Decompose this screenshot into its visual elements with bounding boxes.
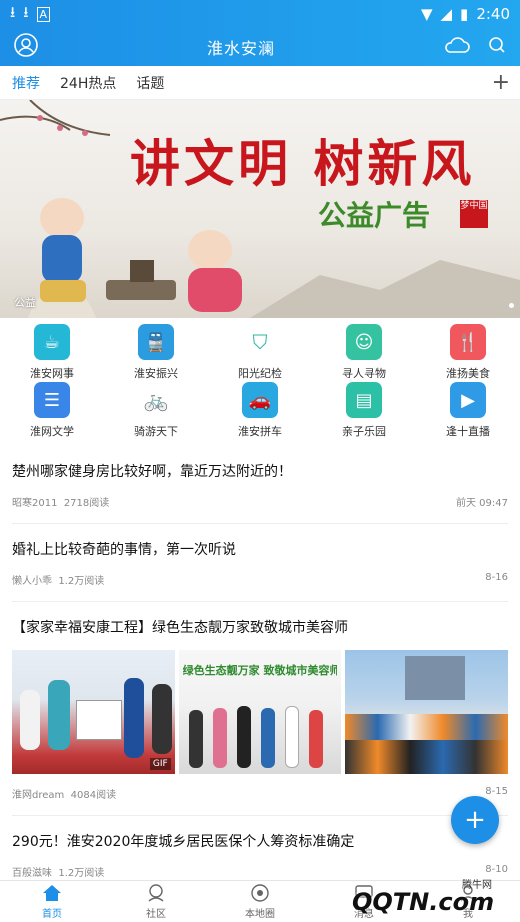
shortcut-item[interactable]: ☰ 淮网文学 bbox=[0, 382, 104, 440]
app-notification-icon: A bbox=[36, 6, 51, 22]
news-time: 前天 09:47 bbox=[456, 498, 508, 509]
gif-badge: GIF bbox=[149, 758, 171, 770]
fork-knife-icon: 🍴 bbox=[450, 324, 486, 360]
shortcut-label: 淮安振兴 bbox=[134, 367, 178, 380]
image-banner-text: 绿色生态靓万家 致敬城市美容师 bbox=[182, 664, 338, 677]
shortcut-grid: ☕ 淮安网事 🚆 淮安振兴 ⛉ 阳光纪检 ☺ 寻人寻物 🍴 淮扬美食 ☰ 淮网文学 🚲 骑游天… bbox=[0, 318, 520, 446]
status-bar: ⭳ ⭳ A ▼ ◢ ▮ 2:40 bbox=[0, 0, 520, 28]
shortcut-label: 淮网文学 bbox=[30, 425, 74, 438]
news-reads: 1.2万阅读 bbox=[58, 868, 105, 879]
user-avatar-icon[interactable] bbox=[14, 33, 38, 61]
shortcut-item[interactable]: ▤ 亲子乐园 bbox=[312, 382, 416, 440]
battery-icon: ▮ bbox=[460, 5, 469, 23]
app-title: 淮水安澜 bbox=[206, 39, 275, 58]
shortcut-label: 寻人寻物 bbox=[342, 367, 386, 380]
news-reads: 1.2万阅读 bbox=[58, 576, 105, 587]
banner-indicator bbox=[509, 303, 514, 308]
news-title: 【家家幸福安康工程】绿色生态靓万家致敬城市美容师 bbox=[12, 620, 348, 636]
shortcut-item[interactable]: ☕ 淮安网事 bbox=[0, 324, 104, 382]
news-time: 8-16 bbox=[485, 572, 508, 583]
shortcut-item[interactable]: ▶ 逢十直播 bbox=[416, 382, 520, 440]
status-time: 2:40 bbox=[476, 5, 510, 23]
community-icon bbox=[146, 883, 166, 905]
news-reads: 2718阅读 bbox=[63, 498, 110, 509]
list-item[interactable]: 婚礼上比较奇葩的事情，第一次听说 懒人小乖 1.2万阅读 8-16 bbox=[12, 524, 508, 602]
bicycle-icon: 🚲 bbox=[138, 382, 174, 418]
shortcut-item[interactable]: 🍴 淮扬美食 bbox=[416, 324, 520, 382]
tab-topics[interactable]: 话题 bbox=[136, 73, 164, 93]
shield-icon: ⛉ bbox=[242, 324, 278, 360]
wifi-icon: ▼ bbox=[420, 5, 433, 23]
banner[interactable]: 讲文明 树新风 公益广告 梦中国 公益 bbox=[0, 100, 520, 318]
nav-home[interactable]: 首页 bbox=[0, 881, 104, 922]
person-icon: ☺ bbox=[346, 324, 382, 360]
nav-local-circle[interactable]: 本地圈 bbox=[208, 881, 312, 922]
cloud-icon[interactable] bbox=[444, 36, 470, 58]
shortcut-item[interactable]: ☺ 寻人寻物 bbox=[312, 324, 416, 382]
shortcut-item[interactable]: 🚲 骑游天下 bbox=[104, 382, 208, 440]
news-image: GIF bbox=[12, 650, 175, 774]
nav-label: 首页 bbox=[42, 908, 62, 920]
news-image: 绿色生态靓万家 致敬城市美容师 bbox=[178, 650, 342, 774]
nav-community[interactable]: 社区 bbox=[104, 881, 208, 922]
book-icon: ☰ bbox=[34, 382, 70, 418]
shortcut-label: 淮安网事 bbox=[30, 367, 74, 380]
shortcut-item[interactable]: ⛉ 阳光纪检 bbox=[208, 324, 312, 382]
banner-subheadline: 公益广告 bbox=[318, 199, 431, 232]
train-icon: 🚆 bbox=[138, 324, 174, 360]
board-icon: ▤ bbox=[346, 382, 382, 418]
shortcut-item[interactable]: 🚆 淮安振兴 bbox=[104, 324, 208, 382]
shortcut-label: 亲子乐园 bbox=[342, 425, 386, 438]
news-author: 淮网dream bbox=[12, 790, 65, 801]
app-bar: 淮水安澜 bbox=[0, 28, 520, 66]
nav-label: 社区 bbox=[146, 908, 166, 920]
video-icon: ▶ bbox=[450, 382, 486, 418]
news-time: 8-15 bbox=[485, 786, 508, 797]
car-icon: 🚗 bbox=[242, 382, 278, 418]
news-image bbox=[345, 650, 509, 774]
coffee-icon: ☕ bbox=[34, 324, 70, 360]
news-list: 楚州哪家健身房比较好啊，靠近万达附近的！ 昭寒2011 2718阅读 前天 09:… bbox=[0, 446, 520, 894]
signal-icon: ◢ bbox=[440, 5, 453, 23]
news-title: 婚礼上比较奇葩的事情，第一次听说 bbox=[12, 542, 236, 558]
home-icon bbox=[42, 884, 62, 905]
banner-seal: 梦中国 bbox=[460, 200, 488, 228]
news-author: 百般滋味 bbox=[12, 868, 52, 879]
watermark-text: QQTN.com bbox=[352, 888, 495, 916]
download-icon: ⭳ bbox=[23, 2, 29, 21]
list-item[interactable]: 【家家幸福安康工程】绿色生态靓万家致敬城市美容师 GIF 绿色生态靓万家 致敬城… bbox=[12, 602, 509, 816]
tab-recommend[interactable]: 推荐 bbox=[12, 73, 40, 93]
add-channel-icon[interactable]: + bbox=[492, 70, 510, 95]
shortcut-label: 逢十直播 bbox=[446, 425, 490, 438]
shortcut-label: 淮安拼车 bbox=[238, 425, 282, 438]
download-icon: ⭳ bbox=[10, 2, 16, 21]
banner-headline: 讲文明 树新风 bbox=[130, 134, 476, 193]
shortcut-label: 骑游天下 bbox=[134, 425, 178, 438]
compose-button[interactable]: + bbox=[451, 796, 499, 844]
shortcut-item[interactable]: 🚗 淮安拼车 bbox=[208, 382, 312, 440]
news-author: 昭寒2011 bbox=[12, 498, 58, 509]
list-item[interactable]: 楚州哪家健身房比较好啊，靠近万达附近的！ 昭寒2011 2718阅读 前天 09:… bbox=[12, 446, 508, 524]
news-title: 290元！淮安2020年度城乡居民医保个人筹资标准确定 bbox=[12, 834, 355, 850]
watermark: 腾牛网 QQTN.com bbox=[312, 870, 520, 922]
location-icon bbox=[250, 883, 270, 905]
shortcut-label: 淮扬美食 bbox=[446, 367, 490, 380]
news-author: 懒人小乖 bbox=[12, 576, 52, 587]
shortcut-label: 阳光纪检 bbox=[238, 367, 282, 380]
search-icon[interactable] bbox=[488, 36, 506, 58]
banner-caption: 公益 bbox=[14, 296, 36, 309]
nav-label: 本地圈 bbox=[245, 908, 275, 920]
tab-24h-hot[interactable]: 24H热点 bbox=[60, 73, 116, 93]
news-reads: 4084阅读 bbox=[70, 790, 117, 801]
channel-tabs: 推荐 24H热点 话题 + bbox=[0, 66, 520, 100]
news-title: 楚州哪家健身房比较好啊，靠近万达附近的！ bbox=[12, 464, 292, 480]
news-images: GIF 绿色生态靓万家 致敬城市美容师 bbox=[12, 650, 509, 774]
